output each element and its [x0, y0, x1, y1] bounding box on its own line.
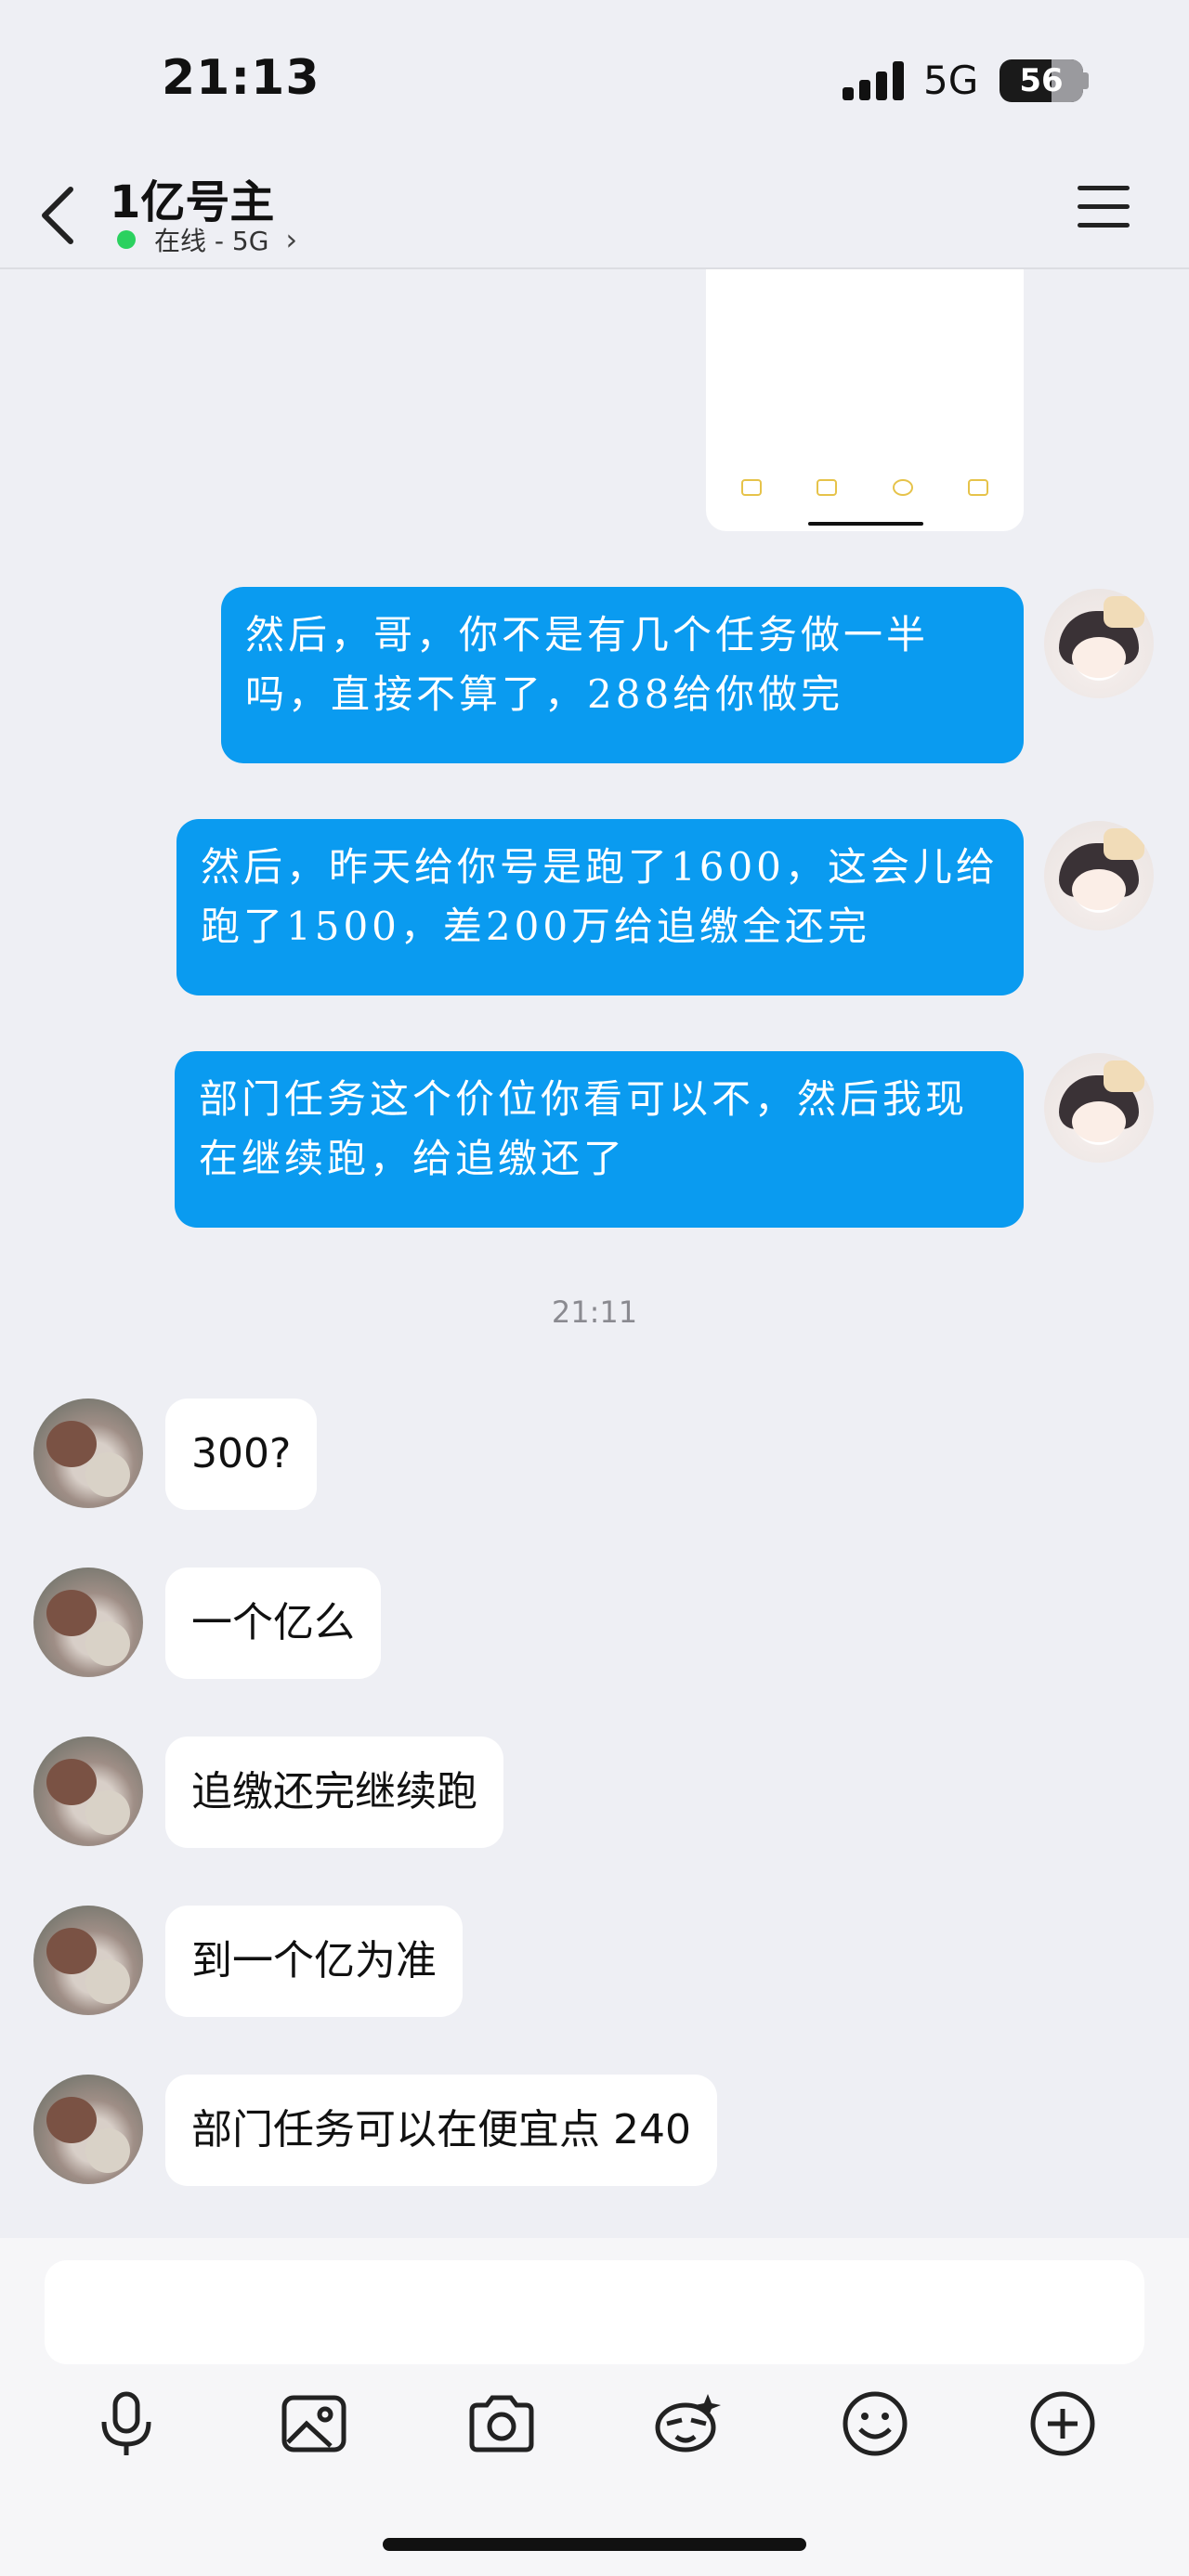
- battery-icon: 56: [1000, 59, 1083, 102]
- image-icon[interactable]: [277, 2387, 351, 2461]
- home-indicator[interactable]: [383, 2538, 806, 2551]
- contact-avatar[interactable]: [33, 1737, 143, 1846]
- outgoing-message[interactable]: 然后，昨天给你号是跑了1600，这会儿给跑了1500，差200万给追缴全还完: [176, 819, 1024, 995]
- battery-tip: [1083, 72, 1089, 89]
- message-text: 一个亿么: [191, 1599, 355, 1646]
- message-text: 然后，昨天给你号是跑了1600，这会儿给跑了1500，差200万给追缴全还完: [201, 844, 999, 949]
- chat-header: 1亿号主 在线 - 5G ›: [0, 158, 1189, 269]
- incoming-message[interactable]: 追缴还完继续跑: [165, 1737, 503, 1848]
- my-avatar[interactable]: [1044, 821, 1154, 930]
- message-text: 300?: [191, 1430, 292, 1477]
- battery-percent: 56: [1019, 62, 1064, 99]
- composer-toolbar: [0, 2387, 1189, 2479]
- incoming-message[interactable]: 部门任务可以在便宜点 240: [165, 2075, 717, 2186]
- message-text: 部门任务这个价位你看可以不，然后我现在继续跑，给追缴还了: [199, 1076, 969, 1181]
- outgoing-message[interactable]: 然后，哥，你不是有几个任务做一半吗，直接不算了，288给你做完: [221, 587, 1024, 763]
- sticker-icon[interactable]: [650, 2387, 725, 2461]
- composer: [0, 2238, 1189, 2576]
- contact-avatar[interactable]: [33, 1399, 143, 1508]
- my-avatar[interactable]: [1044, 589, 1154, 698]
- message-input[interactable]: [45, 2260, 1144, 2364]
- message-text: 到一个亿为准: [191, 1937, 437, 1984]
- online-dot-icon: [117, 230, 136, 249]
- shared-image[interactable]: [706, 269, 1024, 531]
- menu-icon[interactable]: [1078, 184, 1130, 228]
- my-avatar[interactable]: [1044, 1053, 1154, 1163]
- contact-avatar[interactable]: [33, 1568, 143, 1677]
- message-text: 部门任务可以在便宜点 240: [191, 2106, 691, 2153]
- outgoing-message[interactable]: 部门任务这个价位你看可以不，然后我现在继续跑，给追缴还了: [175, 1051, 1024, 1228]
- incoming-message[interactable]: 到一个亿为准: [165, 1906, 463, 2017]
- time-divider: 21:11: [551, 1295, 638, 1330]
- message-text: 追缴还完继续跑: [191, 1768, 477, 1815]
- contact-avatar[interactable]: [33, 2075, 143, 2184]
- status-time: 21:13: [162, 50, 320, 106]
- status-bar: 21:13 5G 56: [0, 0, 1189, 158]
- chevron-right-icon: ›: [285, 222, 298, 257]
- plus-icon[interactable]: [1026, 2387, 1100, 2461]
- presence-text: 在线 - 5G: [154, 226, 269, 256]
- microphone-icon[interactable]: [89, 2387, 163, 2461]
- image-home-bar: [808, 522, 923, 526]
- incoming-message[interactable]: 300?: [165, 1399, 318, 1510]
- back-chevron-icon[interactable]: [33, 178, 89, 253]
- camera-icon[interactable]: [464, 2387, 539, 2461]
- incoming-message[interactable]: 一个亿么: [165, 1568, 381, 1679]
- network-label: 5G: [923, 58, 979, 103]
- image-toolbar-icons: [706, 479, 1024, 496]
- emoji-icon[interactable]: [838, 2387, 912, 2461]
- message-text: 然后，哥，你不是有几个任务做一半吗，直接不算了，288给你做完: [245, 612, 930, 717]
- contact-avatar[interactable]: [33, 1906, 143, 2015]
- presence-status[interactable]: 在线 - 5G ›: [117, 221, 297, 258]
- signal-icon: [843, 61, 906, 100]
